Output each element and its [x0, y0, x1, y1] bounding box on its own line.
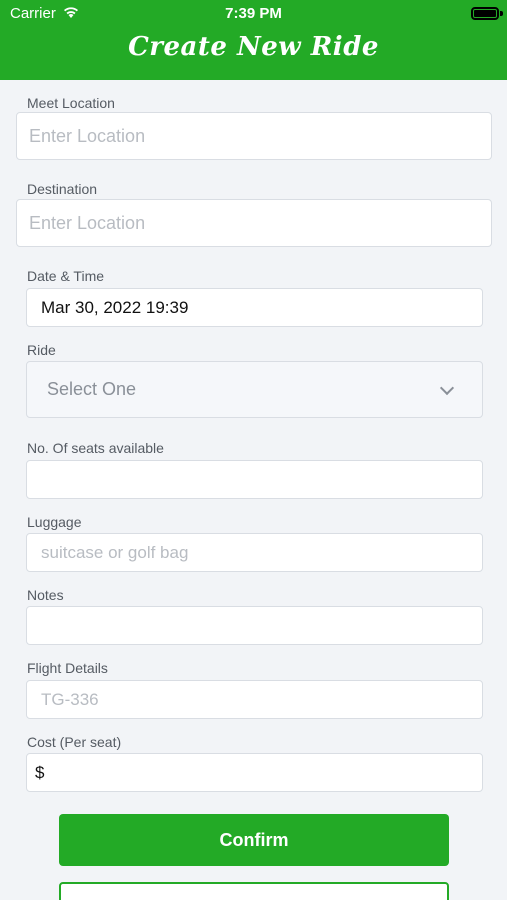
secondary-button[interactable] [59, 882, 449, 900]
date-time-label: Date & Time [27, 268, 105, 284]
date-time-field[interactable]: Mar 30, 2022 19:39 [26, 288, 483, 327]
ride-label: Ride [27, 342, 56, 358]
status-bar: Carrier 7:39 PM [0, 0, 507, 28]
battery-icon [471, 7, 499, 20]
meet-location-input[interactable]: Enter Location [16, 112, 492, 160]
chevron-down-icon [439, 380, 455, 396]
status-time: 7:39 PM [225, 5, 282, 22]
nav-header: Carrier 7:39 PM Create New Ride [0, 0, 507, 80]
flight-details-label: Flight Details [27, 660, 108, 676]
meet-location-label: Meet Location [27, 95, 115, 111]
seats-label: No. Of seats available [27, 440, 164, 456]
seats-input[interactable] [26, 460, 483, 499]
page-title: Create New Ride [128, 32, 379, 62]
luggage-input[interactable]: suitcase or golf bag [26, 533, 483, 572]
destination-input[interactable]: Enter Location [16, 199, 492, 247]
cost-label: Cost (Per seat) [27, 734, 122, 750]
luggage-label: Luggage [27, 514, 82, 530]
cost-input[interactable]: $ [26, 753, 483, 792]
notes-label: Notes [27, 587, 64, 603]
battery-nub [500, 11, 503, 16]
destination-label: Destination [27, 181, 98, 197]
ride-select-value: Select One [47, 379, 137, 399]
flight-details-input[interactable]: TG-336 [26, 680, 483, 719]
ride-select[interactable]: Select One [26, 361, 483, 418]
confirm-button[interactable]: Confirm [59, 814, 449, 866]
notes-input[interactable] [26, 606, 483, 645]
